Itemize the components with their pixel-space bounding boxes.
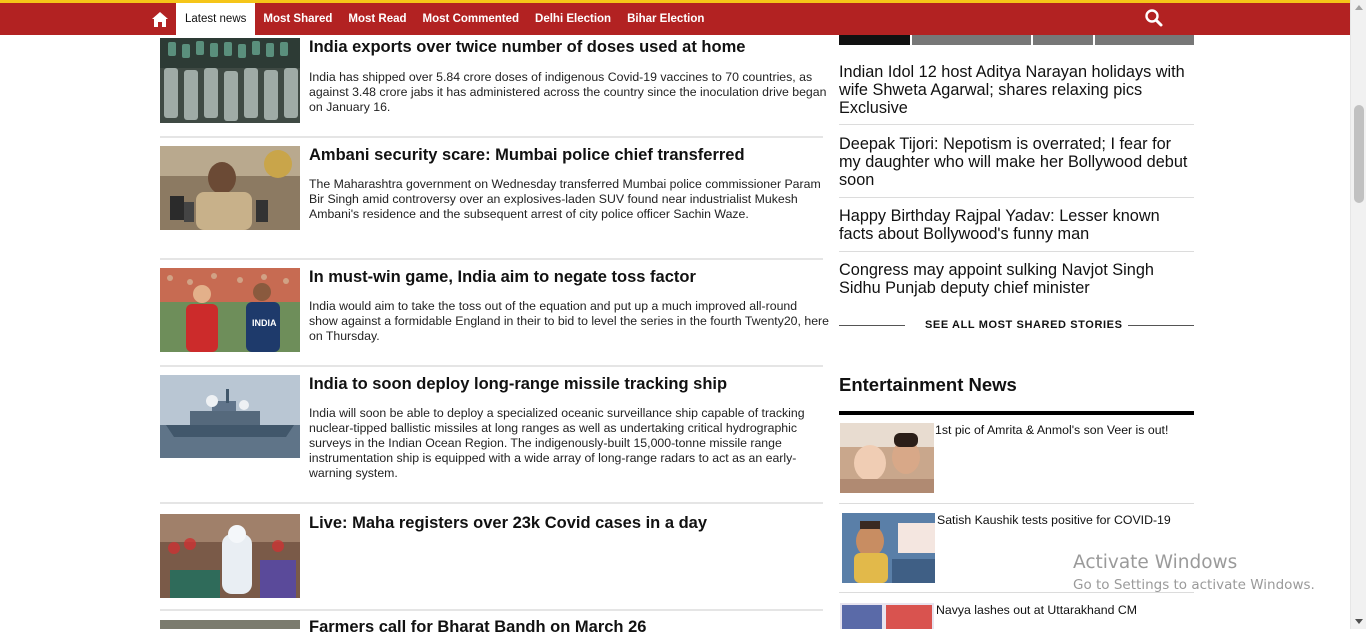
- most-tabs: [839, 35, 1194, 45]
- scroll-up-arrow-icon[interactable]: [1355, 5, 1363, 10]
- entertainment-headline[interactable]: 1st pic of Amrita & Anmol's son Veer is …: [935, 423, 1168, 437]
- story-thumbnail-covid-testing[interactable]: [160, 514, 300, 598]
- search-icon: [1145, 9, 1163, 27]
- story-divider: [160, 502, 823, 504]
- most-shared-item[interactable]: Deepak Tijori: Nepotism is overrated; I …: [839, 135, 1194, 189]
- most-shared-item[interactable]: Congress may appoint sulking Navjot Sing…: [839, 261, 1194, 297]
- story-title[interactable]: In must-win game, India aim to negate to…: [309, 268, 696, 287]
- story-thumbnail-cricket-toss[interactable]: INDIA: [160, 268, 300, 352]
- list-divider: [839, 124, 1194, 125]
- most-shared-item[interactable]: Indian Idol 12 host Aditya Narayan holid…: [839, 63, 1194, 117]
- entertainment-thumbnail[interactable]: [842, 513, 935, 583]
- nav-most-commented[interactable]: Most Commented: [415, 3, 527, 35]
- tab[interactable]: [1031, 35, 1093, 45]
- story-summary: India will soon be able to deploy a spec…: [309, 406, 805, 480]
- story-divider: [160, 609, 823, 611]
- story-title[interactable]: India to soon deploy long-range missile …: [309, 375, 727, 394]
- entertainment-thumbnail[interactable]: [840, 603, 934, 629]
- tab[interactable]: [910, 35, 1031, 45]
- see-all-link[interactable]: SEE ALL MOST SHARED STORIES: [925, 319, 1123, 331]
- entertainment-headline[interactable]: Navya lashes out at Uttarakhand CM: [936, 603, 1137, 617]
- story-title[interactable]: India exports over twice number of doses…: [309, 38, 745, 57]
- main-nav: Latest news Most Shared Most Read Most C…: [144, 3, 712, 35]
- story-summary: India has shipped over 5.84 crore doses …: [309, 70, 827, 114]
- nav-most-shared[interactable]: Most Shared: [255, 3, 340, 35]
- entertainment-heading: Entertainment News: [839, 374, 1017, 395]
- list-divider: [839, 503, 1194, 504]
- home-button[interactable]: [144, 3, 176, 35]
- divider-line: [839, 325, 905, 326]
- story-title[interactable]: Live: Maha registers over 23k Covid case…: [309, 514, 707, 533]
- story-title[interactable]: Farmers call for Bharat Bandh on March 2…: [309, 618, 646, 637]
- story-thumbnail-farmers[interactable]: [160, 618, 300, 629]
- nav-bihar-election[interactable]: Bihar Election: [619, 3, 712, 35]
- see-all-most-shared: SEE ALL MOST SHARED STORIES: [839, 318, 1194, 332]
- search-button[interactable]: [1144, 8, 1166, 30]
- story-thumbnail-vaccine-vials[interactable]: [160, 38, 300, 123]
- divider-line: [1128, 325, 1194, 326]
- story-title[interactable]: Ambani security scare: Mumbai police chi…: [309, 146, 745, 165]
- page-scrollbar[interactable]: [1350, 0, 1366, 629]
- story-divider: [160, 258, 823, 260]
- nav-latest-news[interactable]: Latest news: [176, 3, 256, 35]
- home-icon: [152, 11, 168, 27]
- list-divider: [839, 197, 1194, 198]
- tab[interactable]: [1093, 35, 1194, 45]
- story-divider: [160, 136, 823, 138]
- entertainment-headline[interactable]: Satish Kaushik tests positive for COVID-…: [937, 513, 1171, 527]
- activation-watermark-text: Go to Settings to activate Windows.: [1073, 577, 1315, 593]
- most-shared-item[interactable]: Happy Birthday Rajpal Yadav: Lesser know…: [839, 207, 1194, 243]
- svg-text:INDIA: INDIA: [252, 318, 277, 328]
- story-thumbnail-police-chief[interactable]: [160, 146, 300, 230]
- nav-most-read[interactable]: Most Read: [340, 3, 414, 35]
- scroll-thumb[interactable]: [1354, 105, 1364, 203]
- story-divider: [160, 365, 823, 367]
- top-nav-bar: Latest news Most Shared Most Read Most C…: [0, 0, 1350, 35]
- story-summary: India would aim to take the toss out of …: [309, 299, 829, 343]
- activation-watermark-title: Activate Windows: [1073, 552, 1238, 573]
- story-thumbnail-missile-ship[interactable]: [160, 375, 300, 458]
- heading-underline: [839, 411, 1194, 415]
- tab-active[interactable]: [839, 35, 910, 45]
- entertainment-thumbnail[interactable]: [840, 423, 934, 493]
- nav-delhi-election[interactable]: Delhi Election: [527, 3, 619, 35]
- list-divider: [839, 251, 1194, 252]
- scroll-down-arrow-icon[interactable]: [1355, 619, 1363, 624]
- story-summary: The Maharashtra government on Wednesday …: [309, 177, 821, 221]
